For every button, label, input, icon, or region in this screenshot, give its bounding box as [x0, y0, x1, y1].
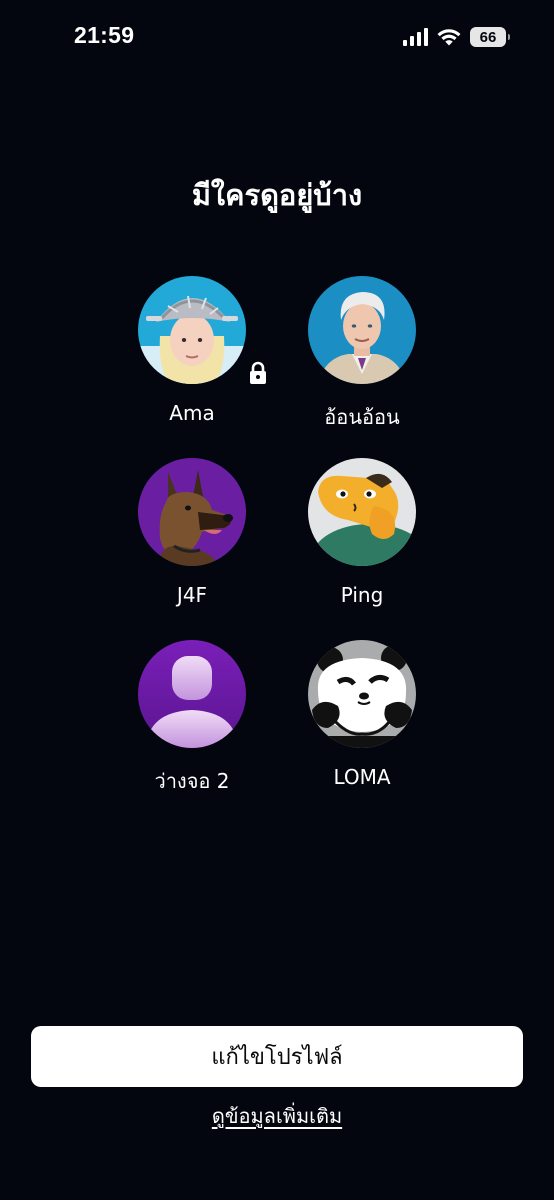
profile-j4f[interactable]: J4F	[107, 458, 277, 607]
default-person-avatar[interactable]	[138, 640, 246, 748]
status-bar: 21:59 66	[0, 0, 554, 76]
lock-icon	[250, 361, 266, 384]
profile-name: Ping	[340, 583, 384, 607]
man-white-hair-avatar[interactable]	[308, 276, 416, 384]
profile-name: J4F	[176, 583, 208, 607]
profile-loma[interactable]: LOMA	[277, 640, 447, 789]
profile-wang-jor-2[interactable]: ว่างจอ 2	[107, 640, 277, 797]
profile-name: อ้อนอ้อน	[324, 405, 400, 429]
status-icons: 66	[403, 26, 510, 48]
cellular-signal-icon	[403, 28, 428, 46]
profile-ping[interactable]: Ping	[277, 458, 447, 607]
profile-name: ว่างจอ 2	[154, 769, 230, 793]
orange-character-avatar[interactable]	[308, 458, 416, 566]
profile-aon-aon[interactable]: อ้อนอ้อน	[277, 276, 447, 433]
profile-name: LOMA	[333, 765, 391, 789]
more-info-link[interactable]: ดูข้อมูลเพิ่มเติม	[0, 1100, 554, 1132]
panda-avatar[interactable]	[308, 640, 416, 748]
edit-profile-button[interactable]: แก้ไขโปรไฟล์	[31, 1026, 523, 1087]
dog-avatar[interactable]	[138, 458, 246, 566]
profile-name: Ama	[169, 401, 215, 425]
profile-ama[interactable]: Ama	[107, 276, 277, 425]
page-title: มีใครดูอยู่บ้าง	[191, 178, 363, 212]
battery-icon: 66	[470, 27, 510, 47]
battery-level: 66	[479, 28, 497, 46]
wifi-icon	[437, 29, 461, 46]
status-time: 21:59	[74, 22, 135, 48]
girl-with-colander-avatar[interactable]	[138, 276, 246, 384]
